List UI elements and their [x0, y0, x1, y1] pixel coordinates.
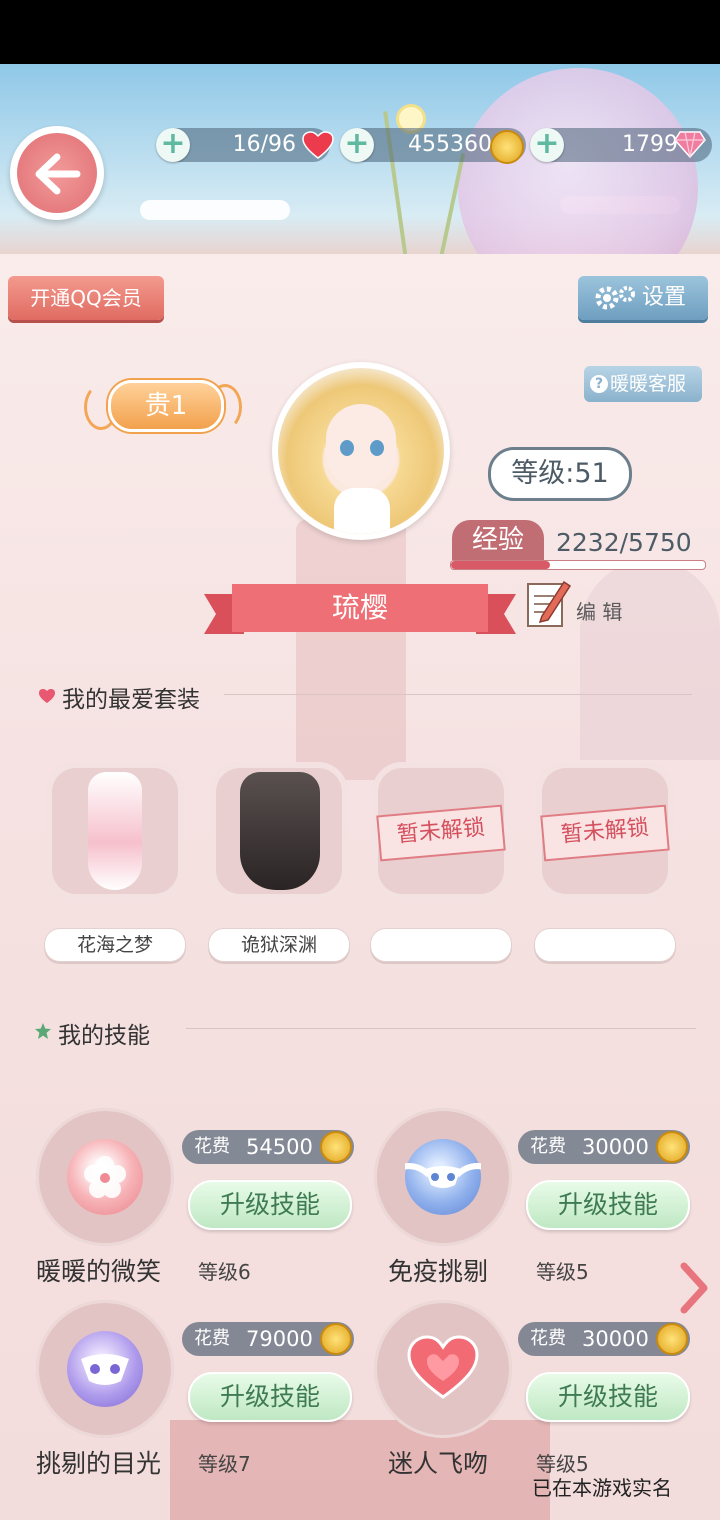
locked-stamp: 暂未解锁: [376, 804, 506, 862]
back-button[interactable]: [10, 126, 104, 220]
qq-member-button[interactable]: 开通QQ会员: [8, 276, 164, 320]
winged-mask-icon: [393, 1139, 493, 1215]
section-divider: [186, 1028, 696, 1029]
upgrade-skill-button[interactable]: 升级技能: [188, 1180, 352, 1230]
skill-name: 暖暖的微笑: [36, 1257, 162, 1286]
upgrade-label: 升级技能: [219, 1382, 320, 1411]
suit-name: [370, 928, 512, 962]
diamonds-value: 1799: [622, 132, 678, 157]
name-ribbon: 琉樱: [204, 584, 516, 636]
realname-notice: 已在本游戏实名: [532, 1476, 672, 1500]
cost-label: 花费: [194, 1328, 230, 1349]
heart-icon: [405, 1331, 481, 1407]
upgrade-skill-button[interactable]: 升级技能: [526, 1372, 690, 1422]
upgrade-label: 升级技能: [557, 1190, 658, 1219]
add-hearts-button[interactable]: [156, 126, 190, 162]
skill-level: 等级7: [198, 1452, 251, 1476]
heart-icon: [39, 689, 55, 703]
skills-title: 我的技能: [58, 1023, 150, 1049]
skill-cost: 花费 54500: [182, 1130, 354, 1164]
cost-label: 花费: [530, 1328, 566, 1349]
mask-icon: [67, 1331, 143, 1407]
skill-level: 等级5: [536, 1260, 589, 1284]
exp-label: 经验: [452, 520, 544, 560]
skill-name: 迷人飞吻: [388, 1449, 489, 1478]
coin-icon: [490, 130, 524, 164]
settings-label: 设置: [642, 285, 687, 310]
castle-window: [580, 560, 720, 760]
suit-name: [534, 928, 676, 962]
skill-icon-button[interactable]: [374, 1300, 512, 1438]
skill-name: 免疫挑剔: [388, 1257, 489, 1286]
upgrade-label: 升级技能: [557, 1382, 658, 1411]
skill-cost: 花费 30000: [518, 1130, 690, 1164]
pink-dress-outfit-image: [88, 772, 142, 890]
diamond-icon: [674, 131, 706, 158]
vip-badge[interactable]: 贵1: [84, 376, 242, 432]
chevron-right-icon[interactable]: [678, 1262, 710, 1314]
avatar[interactable]: [272, 362, 450, 540]
edit-pencil-icon[interactable]: [526, 576, 572, 630]
locked-stamp: 暂未解锁: [540, 804, 670, 862]
player-name: 琉樱: [232, 584, 488, 632]
skill-icon-button[interactable]: [36, 1300, 174, 1438]
cloud: [140, 200, 290, 220]
add-coins-button[interactable]: [340, 126, 374, 162]
hearts-value: 16/96: [232, 132, 296, 157]
avatar-dress: [334, 488, 390, 534]
vip-level: 贵1: [108, 380, 224, 432]
skill-cost: 花费 30000: [518, 1322, 690, 1356]
sakura-icon: [67, 1139, 143, 1215]
cost-value: 54500: [246, 1135, 313, 1159]
avatar-face: [326, 404, 396, 488]
settings-button[interactable]: 设置: [578, 276, 708, 320]
upgrade-skill-button[interactable]: 升级技能: [526, 1180, 690, 1230]
status-bar: [0, 0, 720, 64]
question-icon: ?: [590, 375, 608, 393]
skill-icon-button[interactable]: [374, 1108, 512, 1246]
suit-name: 花海之梦: [44, 928, 186, 962]
upgrade-skill-button[interactable]: 升级技能: [188, 1372, 352, 1422]
castle-tower: [296, 520, 406, 780]
skill-icon-button[interactable]: [36, 1108, 174, 1246]
coin-icon: [320, 1323, 352, 1355]
heart-icon: [302, 131, 334, 159]
cost-value: 30000: [582, 1327, 649, 1351]
favorite-suit-slot[interactable]: 暂未解锁: [372, 762, 510, 900]
favorites-title: 我的最爱套装: [62, 687, 200, 713]
coin-icon: [656, 1323, 688, 1355]
customer-service-button[interactable]: ? 暖暖客服: [584, 366, 702, 402]
avatar-portrait: [278, 368, 444, 534]
back-arrow-icon: [17, 133, 97, 213]
coin-icon: [320, 1131, 352, 1163]
skill-name: 挑剔的目光: [36, 1449, 162, 1478]
suit-name: 诡狱深渊: [208, 928, 350, 962]
avatar-eye: [340, 440, 354, 456]
favorite-suit-slot[interactable]: 暂未解锁: [536, 762, 674, 900]
cost-value: 79000: [246, 1327, 313, 1351]
cost-label: 花费: [530, 1136, 566, 1157]
gear-icon: [595, 286, 635, 310]
add-diamonds-button[interactable]: [530, 126, 564, 162]
section-divider: [224, 694, 692, 695]
favorite-suit-slot[interactable]: [46, 762, 184, 900]
cost-label: 花费: [194, 1136, 230, 1157]
exp-progress-fill: [451, 561, 550, 569]
skill-level: 等级6: [198, 1260, 251, 1284]
edit-button[interactable]: 编 辑: [576, 596, 622, 625]
coin-icon: [656, 1131, 688, 1163]
dark-outfit-image: [240, 772, 320, 890]
exp-progress-bar: [450, 560, 706, 570]
skill-cost: 花费 79000: [182, 1322, 354, 1356]
exp-value: 2232/5750: [556, 528, 692, 557]
customer-service-label: 暖暖客服: [610, 373, 687, 395]
player-level: 等级:51: [488, 447, 632, 501]
coins-value: 455360: [408, 132, 492, 157]
cost-value: 30000: [582, 1135, 649, 1159]
favorite-suit-slot[interactable]: [210, 762, 348, 900]
star-icon: [35, 1023, 51, 1039]
avatar-eye: [370, 440, 384, 456]
upgrade-label: 升级技能: [219, 1190, 320, 1219]
